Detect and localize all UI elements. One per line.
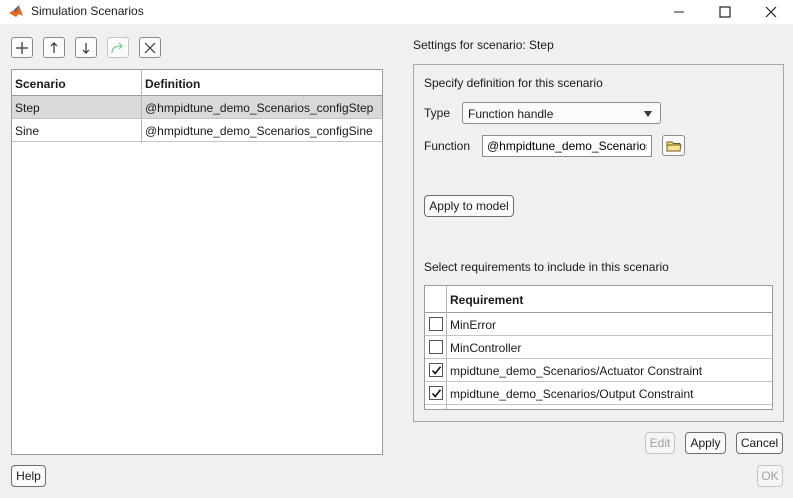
type-label: Type bbox=[424, 106, 451, 120]
plus-icon bbox=[16, 41, 28, 54]
apply-to-model-button[interactable]: Apply to model bbox=[424, 195, 514, 217]
scenario-name: Sine bbox=[15, 124, 40, 138]
minimize-icon bbox=[674, 11, 684, 13]
requirement-checkbox[interactable] bbox=[429, 363, 443, 377]
ok-button[interactable]: OK bbox=[757, 465, 783, 487]
browse-button[interactable] bbox=[662, 135, 685, 156]
requirement-row: mpidtune_demo_Scenarios/Actuator Constra… bbox=[425, 359, 772, 382]
checkmark-icon bbox=[431, 365, 441, 375]
arrow-up-icon bbox=[50, 41, 58, 53]
type-dropdown[interactable]: Function handle bbox=[462, 102, 661, 124]
redo-arrow-icon bbox=[111, 42, 123, 53]
redo-button[interactable] bbox=[107, 37, 129, 58]
folder-icon bbox=[666, 141, 682, 151]
cancel-button[interactable]: Cancel bbox=[736, 432, 783, 454]
requirement-checkbox[interactable] bbox=[429, 386, 443, 400]
title-bar: Simulation Scenarios bbox=[0, 0, 793, 24]
help-button[interactable]: Help bbox=[11, 465, 46, 487]
requirement-checkbox[interactable] bbox=[429, 340, 443, 354]
scenario-row-sine[interactable]: Sine @hmpidtune_demo_Scenarios_configSin… bbox=[12, 119, 382, 142]
edit-button[interactable]: Edit bbox=[645, 432, 675, 454]
maximize-icon bbox=[719, 6, 731, 18]
delete-scenario-button[interactable] bbox=[139, 37, 161, 58]
move-down-button[interactable] bbox=[75, 37, 97, 58]
scenario-row-step[interactable]: Step @hmpidtune_demo_Scenarios_configSte… bbox=[12, 96, 382, 119]
function-field[interactable] bbox=[482, 135, 652, 157]
scenario-table-header: Scenario Definition bbox=[12, 70, 382, 96]
scenario-column-header[interactable]: Scenario bbox=[15, 77, 66, 91]
requirement-row: mpidtune_demo_Scenarios/Output Constrain… bbox=[425, 382, 772, 405]
add-scenario-button[interactable] bbox=[11, 37, 33, 58]
requirement-row: MinError bbox=[425, 313, 772, 336]
requirement-column-header[interactable]: Requirement bbox=[450, 293, 523, 307]
function-label: Function bbox=[424, 139, 471, 153]
scenario-name: Step bbox=[15, 101, 40, 115]
column-divider bbox=[141, 70, 142, 143]
matlab-icon bbox=[9, 5, 23, 17]
checkmark-icon bbox=[431, 388, 441, 398]
requirement-label: mpidtune_demo_Scenarios/Output Constrain… bbox=[450, 387, 694, 401]
requirement-checkbox[interactable] bbox=[429, 317, 443, 331]
apply-button[interactable]: Apply bbox=[685, 432, 726, 454]
minimize-button[interactable] bbox=[656, 0, 702, 24]
type-dropdown-value: Function handle bbox=[468, 107, 554, 121]
requirements-table: Requirement MinError MinController mpidt… bbox=[424, 285, 773, 410]
close-icon bbox=[144, 42, 156, 53]
settings-title: Settings for scenario: Step bbox=[413, 38, 554, 52]
scenario-definition: @hmpidtune_demo_Scenarios_configSine bbox=[145, 124, 373, 138]
requirements-table-header: Requirement bbox=[425, 286, 772, 313]
requirement-label: mpidtune_demo_Scenarios/Actuator Constra… bbox=[450, 364, 703, 378]
specify-definition-label: Specify definition for this scenario bbox=[424, 76, 603, 90]
column-divider bbox=[446, 286, 447, 409]
requirement-label: MinController bbox=[450, 341, 522, 355]
close-icon bbox=[765, 6, 777, 18]
requirement-label: MinError bbox=[450, 318, 497, 332]
maximize-button[interactable] bbox=[702, 0, 748, 24]
definition-column-header[interactable]: Definition bbox=[145, 77, 200, 91]
chevron-down-icon bbox=[644, 111, 652, 117]
window-title: Simulation Scenarios bbox=[31, 4, 144, 18]
arrow-down-icon bbox=[82, 42, 90, 54]
requirements-label: Select requirements to include in this s… bbox=[424, 260, 669, 274]
scenario-table: Scenario Definition Step @hmpidtune_demo… bbox=[11, 69, 383, 455]
close-window-button[interactable] bbox=[748, 0, 793, 24]
scenario-definition: @hmpidtune_demo_Scenarios_configStep bbox=[145, 101, 374, 115]
requirement-row: MinController bbox=[425, 336, 772, 359]
move-up-button[interactable] bbox=[43, 37, 65, 58]
